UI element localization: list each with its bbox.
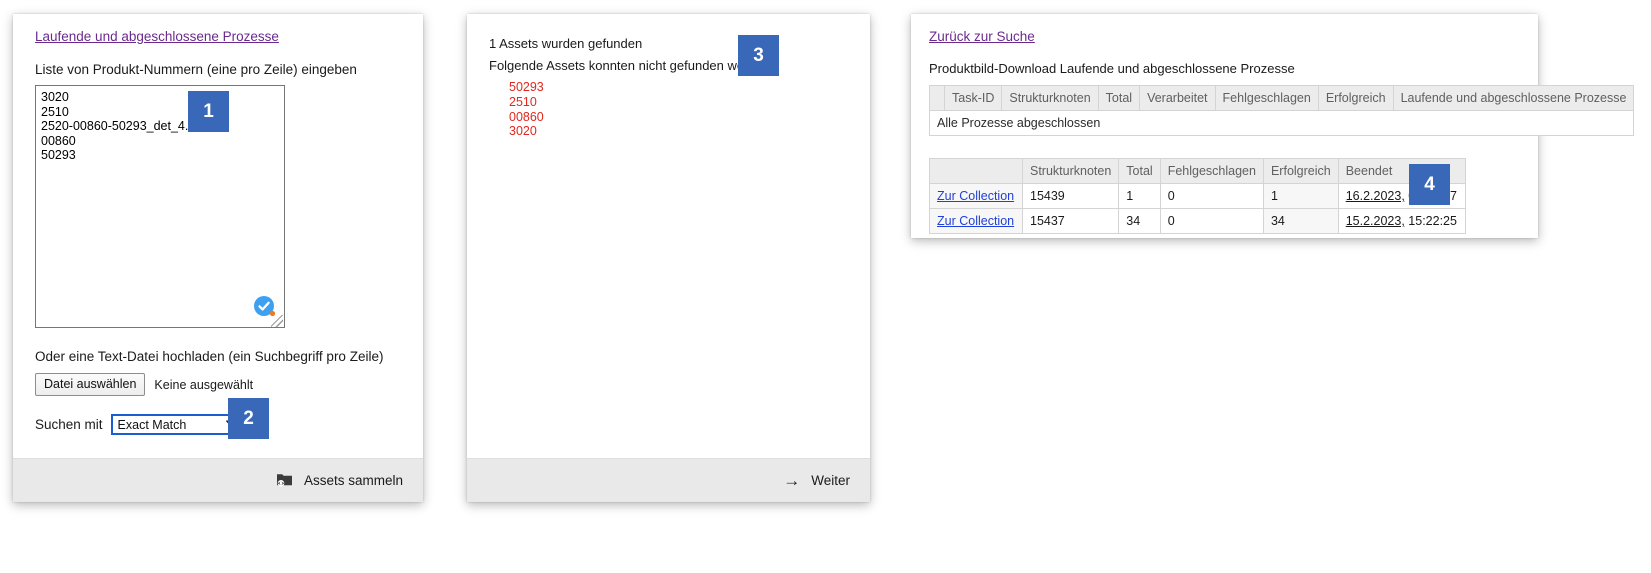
- callout-badge-4: 4: [1409, 164, 1450, 205]
- cell-total: 34: [1118, 208, 1161, 234]
- tasks-col-total: Total: [1097, 85, 1141, 111]
- collections-table-head: Strukturknoten Total Fehlgeschlagen Erfo…: [929, 158, 1466, 184]
- page-title: Produktbild-Download Laufende und abgesc…: [929, 61, 1295, 76]
- next-button[interactable]: → Weiter: [783, 471, 850, 491]
- cell-beendet-date: 16.2.2023,: [1345, 189, 1405, 203]
- list-item: 2510: [509, 94, 537, 109]
- table-row: Alle Prozesse abgeschlossen: [928, 110, 1635, 136]
- callout-badge-2: 2: [228, 398, 269, 439]
- cell-erfolgreich: 1: [1262, 183, 1339, 209]
- coll-col-fehlgeschlagen: Fehlgeschlagen: [1159, 158, 1264, 184]
- cell-strukturknoten: 15437: [1021, 208, 1120, 234]
- file-upload-row: Datei auswählen Keine ausgewählt: [35, 373, 401, 396]
- cell-beendet-time: 15:22:25: [1408, 214, 1457, 228]
- coll-col-erfolgreich: Erfolgreich: [1262, 158, 1339, 184]
- match-mode-value: Exact Match: [117, 417, 187, 432]
- results-panel: 1 Assets wurden gefunden Folgende Assets…: [467, 14, 870, 502]
- zur-collection-link[interactable]: Zur Collection: [937, 189, 1014, 203]
- file-upload-label: Oder eine Text-Datei hochladen (ein Such…: [35, 349, 384, 364]
- assets-not-found-text: Folgende Assets konnten nicht gefunden w…: [489, 58, 774, 73]
- back-to-search-link[interactable]: Zurück zur Suche: [929, 29, 1035, 44]
- product-numbers-label: Liste von Produkt-Nummern (eine pro Zeil…: [35, 62, 357, 77]
- results-footer: → Weiter: [467, 458, 870, 502]
- callout-badge-1: 1: [188, 91, 229, 132]
- coll-col-strukturknoten: Strukturknoten: [1021, 158, 1120, 184]
- tasks-col-task-id: Task-ID: [943, 85, 1003, 111]
- next-button-label: Weiter: [811, 473, 850, 488]
- collection-link-cell[interactable]: Zur Collection: [929, 208, 1023, 234]
- list-item: 3020: [509, 124, 537, 139]
- cell-fehlgeschlagen: 0: [1159, 183, 1264, 209]
- tasks-col-fehlgeschlagen: Fehlgeschlagen: [1214, 85, 1319, 111]
- product-search-body: Laufende und abgeschlossene Prozesse Lis…: [13, 14, 423, 435]
- choose-file-button[interactable]: Datei auswählen: [35, 373, 146, 396]
- zur-collection-link[interactable]: Zur Collection: [937, 214, 1014, 228]
- match-mode-row: Suchen mit Exact Match: [35, 414, 401, 435]
- tasks-col-erfolgreich: Erfolgreich: [1317, 85, 1394, 111]
- product-search-panel: Laufende und abgeschlossene Prozesse Lis…: [13, 14, 423, 502]
- file-selected-status: Keine ausgewählt: [154, 377, 254, 392]
- collections-table: Strukturknoten Total Fehlgeschlagen Erfo…: [929, 158, 1466, 234]
- table-header-row: Task-ID Strukturknoten Total Verarbeitet…: [929, 85, 1635, 111]
- tasks-table: Task-ID Strukturknoten Total Verarbeitet…: [928, 85, 1635, 136]
- cell-strukturknoten: 15439: [1021, 183, 1120, 209]
- running-processes-link[interactable]: Laufende und abgeschlossene Prozesse: [35, 29, 279, 44]
- tasks-col-processes: Laufende und abgeschlossene Prozesse: [1392, 85, 1635, 111]
- arrow-right-icon: →: [783, 470, 801, 490]
- assets-found-text: 1 Assets wurden gefunden: [489, 36, 643, 51]
- table-row: Zur Collection 15437 34 0 34 15.2.2023, …: [929, 208, 1466, 234]
- collect-assets-label: Assets sammeln: [303, 473, 403, 488]
- results-body: 1 Assets wurden gefunden Folgende Assets…: [467, 14, 870, 139]
- collect-assets-icon: [276, 471, 293, 490]
- match-mode-select[interactable]: Exact Match: [110, 414, 245, 435]
- not-found-list: 50293 2510 00860 3020: [509, 80, 848, 139]
- list-item: 00860: [509, 109, 544, 124]
- table-header-row: Strukturknoten Total Fehlgeschlagen Erfo…: [929, 158, 1466, 184]
- callout-badge-3: 3: [738, 35, 779, 76]
- tasks-table-body: Alle Prozesse abgeschlossen: [928, 110, 1635, 136]
- coll-col-blank: [929, 158, 1023, 184]
- cell-beendet-date: 15.2.2023,: [1345, 214, 1405, 228]
- product-numbers-input[interactable]: 3020 2510 2520-00860-50293_det_4.tif 008…: [35, 85, 285, 328]
- cell-total: 1: [1118, 183, 1161, 209]
- cell-beendet: 15.2.2023, 15:22:25: [1337, 208, 1466, 234]
- table-row: Zur Collection 15439 1 0 1 16.2.2023, 09…: [929, 183, 1466, 209]
- tasks-col-strukturknoten: Strukturknoten: [1001, 85, 1099, 111]
- tasks-col-verarbeitet: Verarbeitet: [1139, 85, 1216, 111]
- all-processes-done-status: Alle Prozesse abgeschlossen: [928, 110, 1635, 136]
- screenshot-stage: Laufende und abgeschlossene Prozesse Lis…: [0, 0, 1651, 573]
- match-mode-label: Suchen mit: [35, 417, 103, 432]
- tasks-table-head: Task-ID Strukturknoten Total Verarbeitet…: [929, 85, 1635, 111]
- collection-link-cell[interactable]: Zur Collection: [929, 183, 1023, 209]
- collections-table-body: Zur Collection 15439 1 0 1 16.2.2023, 09…: [929, 183, 1466, 234]
- coll-col-total: Total: [1118, 158, 1161, 184]
- product-search-footer: Assets sammeln: [13, 458, 423, 502]
- collect-assets-button[interactable]: Assets sammeln: [276, 471, 403, 490]
- list-item: 50293: [509, 80, 544, 94]
- textarea-resize-handle[interactable]: [271, 315, 283, 327]
- tasks-col-blank: [929, 85, 945, 111]
- cell-fehlgeschlagen: 0: [1159, 208, 1264, 234]
- cell-erfolgreich: 34: [1262, 208, 1339, 234]
